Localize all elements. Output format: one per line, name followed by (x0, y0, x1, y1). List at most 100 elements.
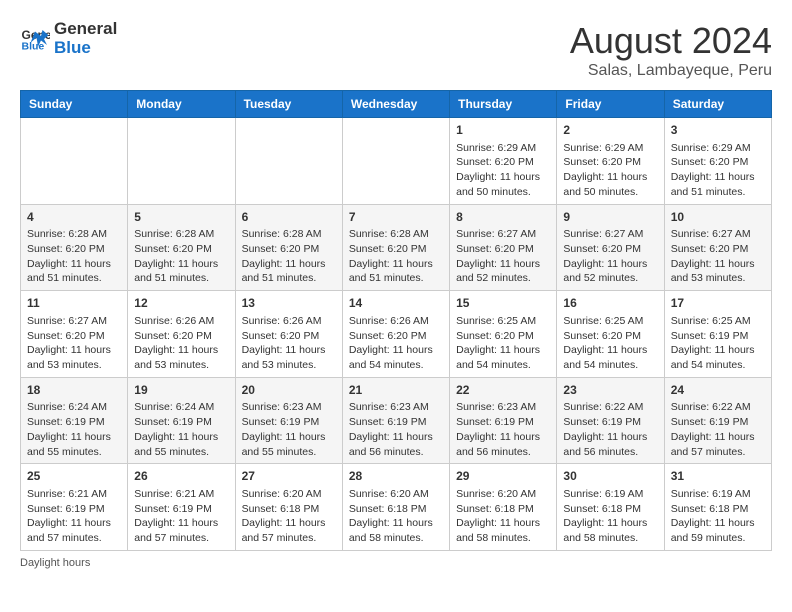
calendar-header: Sunday Monday Tuesday Wednesday Thursday… (21, 91, 772, 118)
day-info: Sunrise: 6:19 AM Sunset: 6:18 PM Dayligh… (563, 487, 657, 546)
day-info: Sunrise: 6:23 AM Sunset: 6:19 PM Dayligh… (456, 400, 550, 459)
day-number: 14 (349, 295, 443, 312)
day-number: 17 (671, 295, 765, 312)
day-info: Sunrise: 6:27 AM Sunset: 6:20 PM Dayligh… (671, 227, 765, 286)
day-info: Sunrise: 6:24 AM Sunset: 6:19 PM Dayligh… (27, 400, 121, 459)
cell-w2-d2: 5Sunrise: 6:28 AM Sunset: 6:20 PM Daylig… (128, 204, 235, 291)
day-info: Sunrise: 6:22 AM Sunset: 6:19 PM Dayligh… (671, 400, 765, 459)
day-number: 11 (27, 295, 121, 312)
calendar-body: 1 Sunrise: 6:29 AM Sunset: 6:20 PM Daylig… (21, 118, 772, 551)
day-info: Sunrise: 6:29 AM Sunset: 6:20 PM Dayligh… (456, 141, 550, 200)
cell-w3-d2: 12 Sunrise: 6:26 AM Sunset: 6:20 PM Dayli… (128, 291, 235, 378)
cell-w5-d6: 30 Sunrise: 6:19 AM Sunset: 6:18 PM Dayli… (557, 464, 664, 551)
day-number: 20 (242, 382, 336, 399)
header-wednesday: Wednesday (342, 91, 449, 118)
day-number: 19 (134, 382, 228, 399)
day-number: 22 (456, 382, 550, 399)
day-number: 21 (349, 382, 443, 399)
cell-w4-d2: 19Sunrise: 6:24 AM Sunset: 6:19 PM Dayli… (128, 377, 235, 464)
day-number: 28 (349, 468, 443, 485)
cell-w5-d3: 27 Sunrise: 6:20 AM Sunset: 6:18 PM Dayli… (235, 464, 342, 551)
day-number: 9 (563, 209, 657, 226)
day-info: Sunrise: 6:21 AM Sunset: 6:19 PM Dayligh… (134, 487, 228, 546)
cell-w4-d1: 18Sunrise: 6:24 AM Sunset: 6:19 PM Dayli… (21, 377, 128, 464)
calendar-title: August 2024 (570, 20, 772, 62)
day-number: 27 (242, 468, 336, 485)
header-friday: Friday (557, 91, 664, 118)
day-number: 4 (27, 209, 121, 226)
day-info: Sunrise: 6:20 AM Sunset: 6:18 PM Dayligh… (349, 487, 443, 546)
day-info: Sunrise: 6:23 AM Sunset: 6:19 PM Dayligh… (349, 400, 443, 459)
day-number: 31 (671, 468, 765, 485)
cell-w3-d1: 11Sunrise: 6:27 AM Sunset: 6:20 PM Dayli… (21, 291, 128, 378)
day-number: 10 (671, 209, 765, 226)
header-saturday: Saturday (664, 91, 771, 118)
cell-w3-d6: 16 Sunrise: 6:25 AM Sunset: 6:20 PM Dayli… (557, 291, 664, 378)
cell-w1-d7: 3 Sunrise: 6:29 AM Sunset: 6:20 PM Daylig… (664, 118, 771, 205)
cell-w2-d3: 6Sunrise: 6:28 AM Sunset: 6:20 PM Daylig… (235, 204, 342, 291)
cell-w1-d1 (21, 118, 128, 205)
day-info: Sunrise: 6:28 AM Sunset: 6:20 PM Dayligh… (27, 227, 121, 286)
day-info: Sunrise: 6:29 AM Sunset: 6:20 PM Dayligh… (671, 141, 765, 200)
header-thursday: Thursday (450, 91, 557, 118)
day-number: 2 (563, 122, 657, 139)
day-info: Sunrise: 6:19 AM Sunset: 6:18 PM Dayligh… (671, 487, 765, 546)
cell-w5-d7: 31 Sunrise: 6:19 AM Sunset: 6:18 PM Dayli… (664, 464, 771, 551)
cell-w5-d2: 26 Sunrise: 6:21 AM Sunset: 6:19 PM Dayli… (128, 464, 235, 551)
cell-w3-d3: 13Sunrise: 6:26 AM Sunset: 6:20 PM Dayli… (235, 291, 342, 378)
day-number: 12 (134, 295, 228, 312)
cell-w1-d4 (342, 118, 449, 205)
cell-w5-d5: 29 Sunrise: 6:20 AM Sunset: 6:18 PM Dayli… (450, 464, 557, 551)
day-number: 8 (456, 209, 550, 226)
day-number: 24 (671, 382, 765, 399)
day-number: 6 (242, 209, 336, 226)
day-info: Sunrise: 6:28 AM Sunset: 6:20 PM Dayligh… (349, 227, 443, 286)
day-number: 29 (456, 468, 550, 485)
cell-w5-d4: 28 Sunrise: 6:20 AM Sunset: 6:18 PM Dayli… (342, 464, 449, 551)
day-info: Sunrise: 6:29 AM Sunset: 6:20 PM Dayligh… (563, 141, 657, 200)
cell-w2-d6: 9Sunrise: 6:27 AM Sunset: 6:20 PM Daylig… (557, 204, 664, 291)
day-info: Sunrise: 6:26 AM Sunset: 6:20 PM Dayligh… (134, 314, 228, 373)
day-info: Sunrise: 6:25 AM Sunset: 6:20 PM Dayligh… (456, 314, 550, 373)
day-info: Sunrise: 6:25 AM Sunset: 6:19 PM Dayligh… (671, 314, 765, 373)
day-number: 18 (27, 382, 121, 399)
day-number: 1 (456, 122, 550, 139)
cell-w5-d1: 25 Sunrise: 6:21 AM Sunset: 6:19 PM Dayli… (21, 464, 128, 551)
day-number: 26 (134, 468, 228, 485)
day-info: Sunrise: 6:23 AM Sunset: 6:19 PM Dayligh… (242, 400, 336, 459)
calendar-table: Sunday Monday Tuesday Wednesday Thursday… (20, 90, 772, 551)
day-number: 25 (27, 468, 121, 485)
day-number: 23 (563, 382, 657, 399)
cell-w2-d5: 8Sunrise: 6:27 AM Sunset: 6:20 PM Daylig… (450, 204, 557, 291)
day-number: 5 (134, 209, 228, 226)
logo-icon: General Blue (20, 24, 50, 54)
day-info: Sunrise: 6:25 AM Sunset: 6:20 PM Dayligh… (563, 314, 657, 373)
header-tuesday: Tuesday (235, 91, 342, 118)
cell-w1-d2 (128, 118, 235, 205)
day-info: Sunrise: 6:20 AM Sunset: 6:18 PM Dayligh… (242, 487, 336, 546)
day-info: Sunrise: 6:28 AM Sunset: 6:20 PM Dayligh… (134, 227, 228, 286)
day-info: Sunrise: 6:27 AM Sunset: 6:20 PM Dayligh… (456, 227, 550, 286)
day-info: Sunrise: 6:22 AM Sunset: 6:19 PM Dayligh… (563, 400, 657, 459)
day-info: Sunrise: 6:27 AM Sunset: 6:20 PM Dayligh… (563, 227, 657, 286)
cell-w2-d7: 10Sunrise: 6:27 AM Sunset: 6:20 PM Dayli… (664, 204, 771, 291)
footnote: Daylight hours (20, 557, 772, 569)
header-monday: Monday (128, 91, 235, 118)
week-row-3: 11Sunrise: 6:27 AM Sunset: 6:20 PM Dayli… (21, 291, 772, 378)
day-number: 16 (563, 295, 657, 312)
day-number: 30 (563, 468, 657, 485)
week-row-5: 25 Sunrise: 6:21 AM Sunset: 6:19 PM Dayli… (21, 464, 772, 551)
cell-w1-d6: 2 Sunrise: 6:29 AM Sunset: 6:20 PM Daylig… (557, 118, 664, 205)
day-info: Sunrise: 6:21 AM Sunset: 6:19 PM Dayligh… (27, 487, 121, 546)
week-row-2: 4Sunrise: 6:28 AM Sunset: 6:20 PM Daylig… (21, 204, 772, 291)
cell-w2-d4: 7Sunrise: 6:28 AM Sunset: 6:20 PM Daylig… (342, 204, 449, 291)
cell-w2-d1: 4Sunrise: 6:28 AM Sunset: 6:20 PM Daylig… (21, 204, 128, 291)
day-info: Sunrise: 6:20 AM Sunset: 6:18 PM Dayligh… (456, 487, 550, 546)
calendar-subtitle: Salas, Lambayeque, Peru (570, 62, 772, 80)
title-block: August 2024 Salas, Lambayeque, Peru (570, 20, 772, 80)
day-number: 3 (671, 122, 765, 139)
cell-w4-d6: 23Sunrise: 6:22 AM Sunset: 6:19 PM Dayli… (557, 377, 664, 464)
day-info: Sunrise: 6:28 AM Sunset: 6:20 PM Dayligh… (242, 227, 336, 286)
svg-text:Blue: Blue (22, 40, 45, 52)
cell-w3-d7: 17 Sunrise: 6:25 AM Sunset: 6:19 PM Dayli… (664, 291, 771, 378)
